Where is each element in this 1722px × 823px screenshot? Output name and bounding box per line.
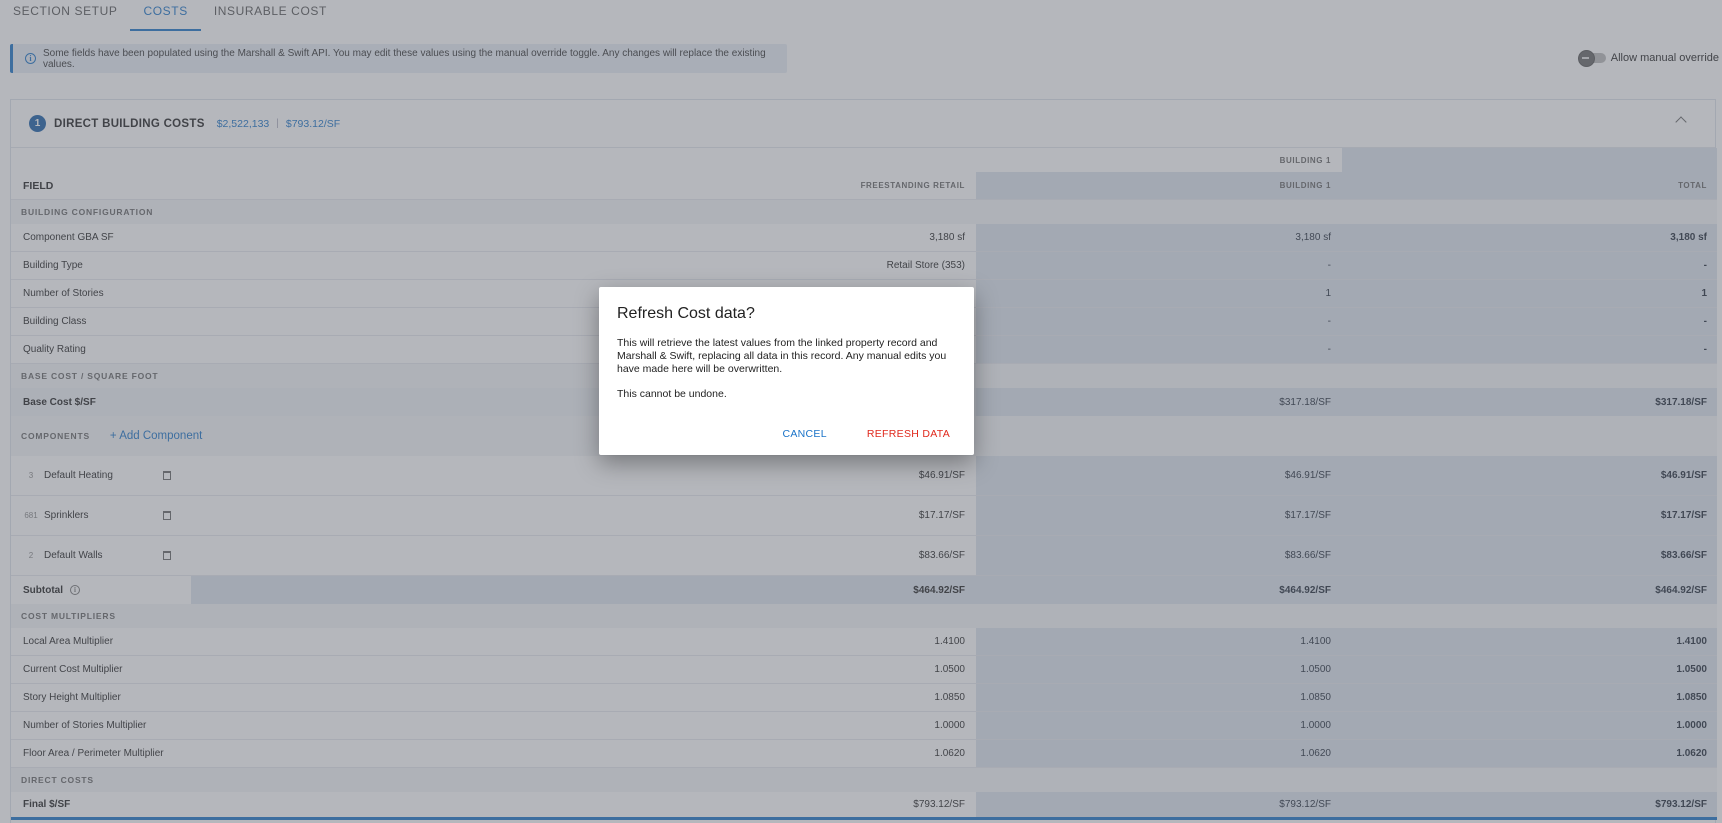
dialog-warning: This cannot be undone.: [617, 388, 727, 400]
dialog-title: Refresh Cost data?: [617, 305, 755, 322]
dialog-body: This will retrieve the latest values fro…: [617, 337, 947, 375]
refresh-data-button[interactable]: REFRESH DATA: [867, 428, 950, 440]
dialog-actions: CANCEL REFRESH DATA: [782, 428, 950, 440]
cancel-button[interactable]: CANCEL: [782, 428, 826, 440]
refresh-dialog: Refresh Cost data? This will retrieve th…: [599, 287, 974, 455]
